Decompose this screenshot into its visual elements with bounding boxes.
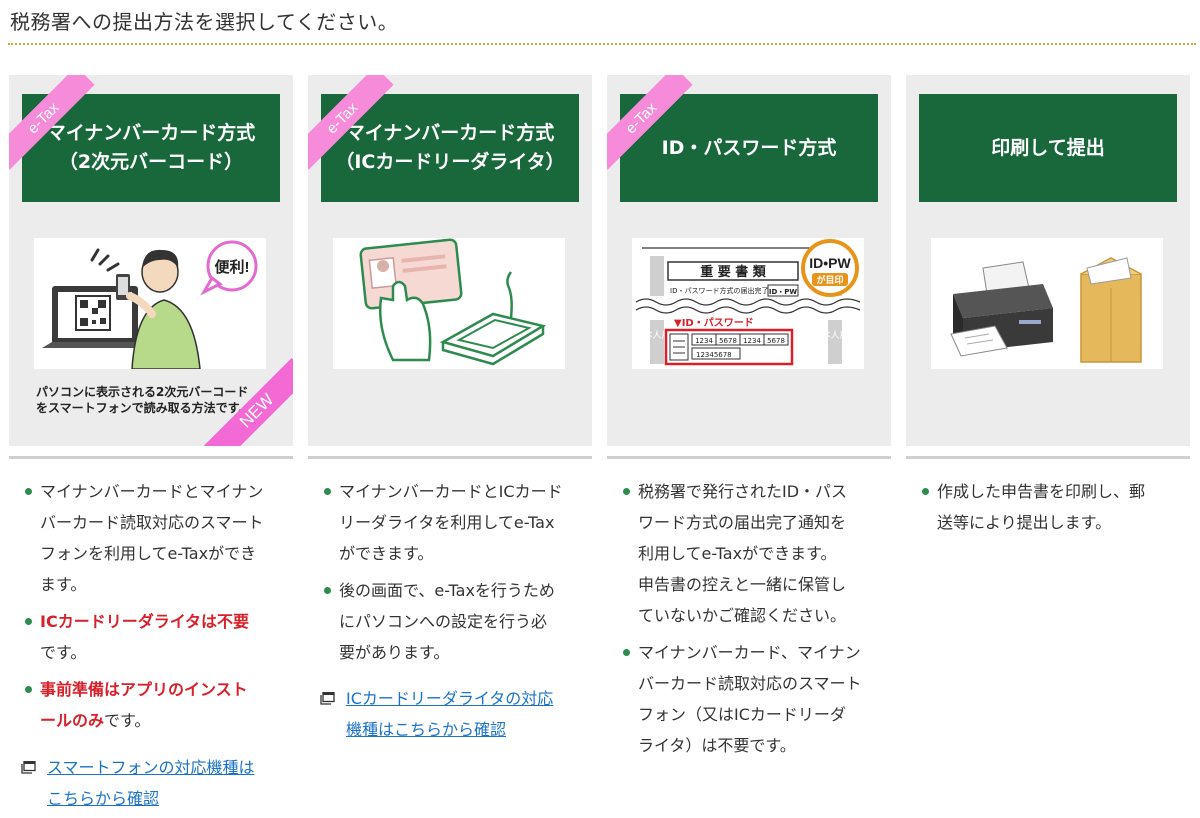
speech-text: 便利!: [215, 258, 250, 276]
svg-text:5678: 5678: [767, 337, 785, 345]
button-title-line: （2次元バーコード）: [58, 151, 244, 173]
method-card-idpw: e-Tax ID・パスワード方式 本人用 本人用 重 要 書 類 ID・パスワー…: [607, 75, 891, 446]
svg-text:5678: 5678: [719, 337, 737, 345]
smartphone-qr-illustration: 便利!: [34, 238, 266, 369]
id-password-notice-illustration: 本人用 本人用 重 要 書 類 ID・パスワード方式の届出完了通知 ID・PW …: [632, 238, 864, 369]
svg-text:1234: 1234: [695, 337, 713, 345]
list-item: マイナンバーカードとICカード リーダライタを利用してe-Tax ができます。: [321, 476, 591, 569]
doc-title: 重 要 書 類: [700, 264, 767, 280]
external-window-icon: [320, 692, 335, 705]
badge-line: が目印: [816, 274, 843, 286]
button-title-line: マイナンバーカード方式: [46, 122, 256, 144]
card-divider: [906, 456, 1190, 459]
list-item: マイナンバーカードとマイナン バーカード読取対応のスマート フォンを利用してe-…: [22, 476, 292, 600]
button-title-line: 印刷して提出: [991, 136, 1105, 159]
external-window-icon: [21, 761, 36, 774]
print-submit-method-button[interactable]: 印刷して提出: [919, 94, 1177, 202]
description-print: 作成した申告書を印刷し、郵 送等により提出します。: [919, 476, 1189, 544]
list-item: 事前準備はアプリのインスト ールのみです。: [22, 674, 292, 736]
description-icreader: マイナンバーカードとICカード リーダライタを利用してe-Tax ができます。 …: [321, 476, 591, 674]
smartphone-compatible-models-link[interactable]: スマートフォンの対応機種は こちらから確認: [21, 752, 255, 814]
icreader-compatible-models-link[interactable]: ICカードリーダライタの対応 機種はこちらから確認: [320, 683, 553, 745]
method-card-qr: e-Tax マイナンバーカード方式 （2次元バーコード） 便利! パソコンに表示…: [9, 75, 293, 446]
svg-text:本人用: 本人用: [821, 329, 848, 341]
method-card-print: 印刷して提出: [906, 75, 1190, 446]
section-label: ▼ID・パスワード: [674, 317, 754, 329]
svg-text:ID・PW: ID・PW: [769, 288, 798, 296]
card-divider: [607, 456, 891, 459]
button-title-line: （ICカードリーダライタ）: [335, 151, 565, 173]
button-title-line: マイナンバーカード方式: [345, 122, 555, 144]
card-divider: [9, 456, 293, 459]
card-divider: [308, 456, 592, 459]
svg-text:1234: 1234: [743, 337, 761, 345]
page-title: 税務署への提出方法を選択してください。: [10, 10, 399, 34]
button-title-line: ID・パスワード方式: [661, 136, 837, 159]
list-item: 後の画面で、e-Taxを行うため にパソコンへの設定を行う必 要があります。: [321, 575, 591, 668]
card-reader-illustration: [333, 238, 565, 369]
list-item: 作成した申告書を印刷し、郵 送等により提出します。: [919, 476, 1189, 538]
caption-line: パソコンに表示される2次元バーコード: [36, 385, 249, 399]
description-qr: マイナンバーカードとマイナン バーカード読取対応のスマート フォンを利用してe-…: [22, 476, 292, 742]
printer-envelope-illustration: [931, 238, 1163, 369]
list-item: ICカードリーダライタは不要 です。: [22, 606, 292, 668]
list-item: マイナンバーカード、マイナン バーカード読取対応のスマート フォン（又はICカー…: [620, 637, 895, 761]
description-idpw: 税務署で発行されたID・パス ワード方式の届出完了通知を 利用してe-Taxがで…: [620, 476, 895, 767]
badge-line: ID•PW: [809, 255, 851, 271]
list-item: 税務署で発行されたID・パス ワード方式の届出完了通知を 利用してe-Taxがで…: [620, 476, 895, 631]
method-card-icreader: e-Tax マイナンバーカード方式 （ICカードリーダライタ）: [308, 75, 592, 446]
title-divider: [8, 43, 1196, 45]
svg-text:12345678: 12345678: [696, 351, 732, 359]
svg-text:ID・パスワード方式の届出完了通知: ID・パスワード方式の届出完了通知: [670, 286, 782, 295]
